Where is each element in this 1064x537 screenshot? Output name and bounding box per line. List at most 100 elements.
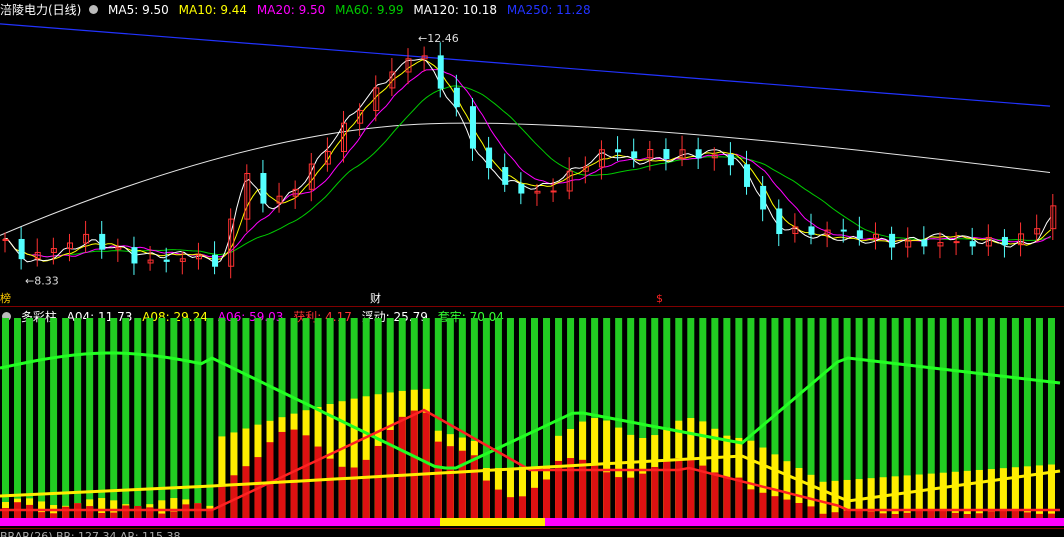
red-bar [819,513,827,518]
candle-body [486,147,493,169]
red-bar [1047,513,1055,518]
red-bar [38,512,46,518]
red-bar [603,472,611,518]
red-bar [771,496,779,518]
red-bar [1035,513,1043,518]
green-bar [206,318,214,518]
red-bar [494,489,502,518]
ma20-line [2,69,1052,258]
candle-body [260,173,267,204]
candle-body [502,167,509,185]
red-bar [579,459,587,518]
green-bar [74,318,82,518]
red-bar [410,410,418,518]
green-bar [38,318,46,518]
red-bar [422,412,430,518]
green-bar [50,318,58,518]
red-bar [831,512,839,518]
red-bar [747,489,755,518]
red-bar [723,477,731,518]
red-bar [651,466,659,518]
red-bar [903,512,911,518]
ma5-line [2,58,1052,264]
finance-marker: 财 [370,291,381,305]
red-bar [302,435,310,518]
low-price-label: ←8.33 [25,275,59,288]
red-bar [434,441,442,518]
candle-body [921,239,928,247]
red-bar [50,513,58,518]
red-bar [1011,510,1019,518]
red-bar [783,499,791,518]
red-bar [374,445,382,518]
red-bar [531,487,538,518]
red-bar [807,506,815,518]
candle-body [18,238,25,260]
red-bar [855,510,863,518]
yellow-bar [819,481,827,518]
red-bar [398,416,406,518]
red-bar [362,459,370,518]
red-bar [518,496,526,518]
ma250-line [0,23,1051,107]
candle-body [695,149,702,159]
red-bar [122,505,130,518]
red-bar [158,513,166,518]
red-bar [795,503,803,518]
red-bar [963,513,971,518]
red-bar [98,512,106,518]
ma10-line [2,59,1052,262]
red-bar [759,492,767,518]
red-bar [230,475,238,518]
candle-body [469,106,476,149]
yellow-bar [903,475,911,518]
left-edge-label: 榜 [0,291,11,305]
red-bar [506,497,514,518]
candle-body [1001,236,1008,246]
red-bar [951,512,959,518]
candlestick-chart[interactable]: ←12.46 ←8.33 财 $ 榜 [0,0,1064,306]
red-bar [482,480,490,518]
green-bar [86,318,94,518]
green-bar [2,318,9,518]
candle-body [840,229,847,232]
candle-body [953,241,960,244]
red-bar [326,458,334,518]
candle-body [744,164,751,187]
red-bar [266,442,274,518]
candle-body [889,233,896,248]
magenta-strip [545,518,1064,526]
candle-body [99,233,106,250]
red-bar [843,510,851,518]
red-bar [735,477,743,518]
red-bar [615,477,623,518]
multicolor-bar-chart[interactable] [0,318,1064,528]
ma60-line [2,85,1051,258]
red-bar [627,477,635,518]
dollar-marker: $ [656,292,663,305]
red-bar [110,512,118,518]
red-bar [86,506,94,518]
red-bar [170,511,178,518]
red-bar [699,465,707,518]
red-bar [975,513,983,518]
red-bar [999,510,1007,518]
red-bar [915,510,923,518]
panel-divider [0,306,1064,307]
red-bar [543,479,551,518]
red-bar [879,513,887,518]
red-bar [446,446,454,518]
green-bar [62,318,70,518]
ma120-line [0,122,1051,236]
candle-body [663,149,670,160]
red-bar [470,455,478,518]
red-bar [939,510,947,518]
candle-body [856,230,863,239]
red-bar [218,484,226,518]
red-bar [62,506,70,518]
red-bar [867,511,875,518]
candle-body [776,208,783,235]
high-price-label: ←12.46 [418,32,459,45]
candle-body [615,149,622,153]
green-bar [26,318,34,518]
